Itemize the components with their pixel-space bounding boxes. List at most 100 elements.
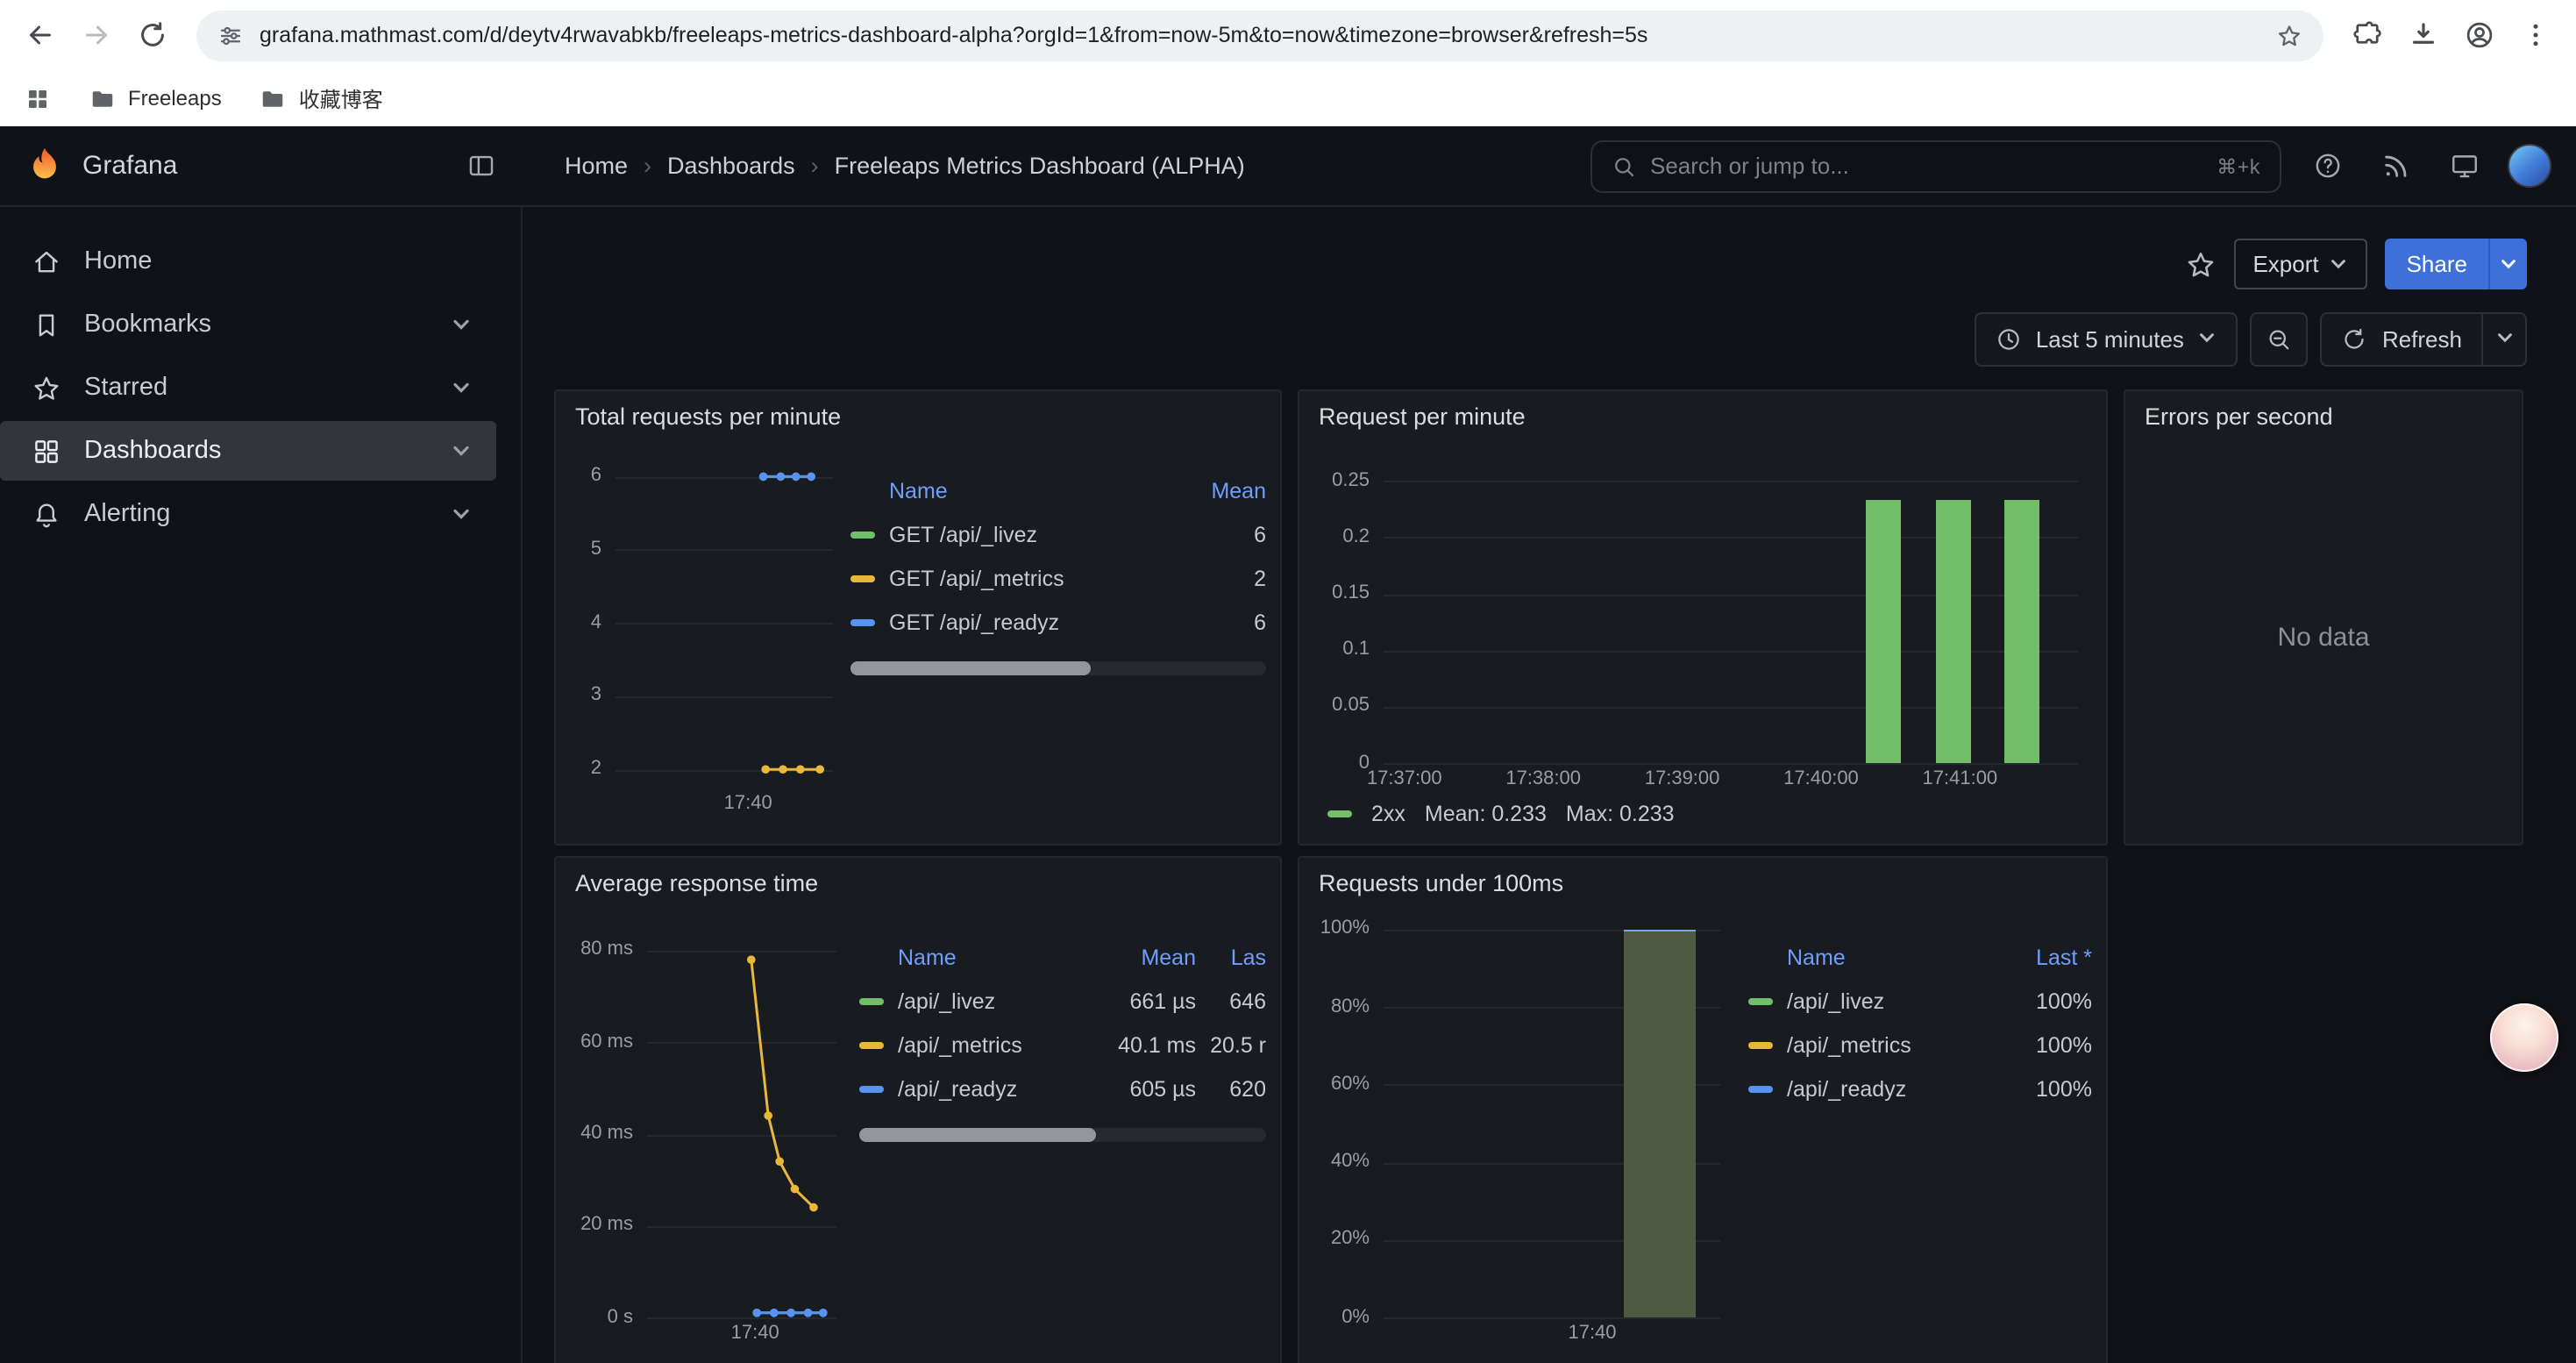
breadcrumb-home[interactable]: Home	[565, 153, 628, 179]
grafana-header: Grafana Home › Dashboards › Freeleaps Me…	[0, 126, 2576, 207]
refresh-button[interactable]: Refresh	[2321, 312, 2481, 367]
legend-scrollbar[interactable]	[859, 1128, 1266, 1142]
chevron-down-icon[interactable]	[451, 503, 472, 525]
url-input[interactable]	[260, 23, 2260, 47]
series-color-chip	[859, 1041, 884, 1048]
legend-row[interactable]: /api/_metrics100%	[1748, 1023, 2092, 1067]
breadcrumb-dashboards[interactable]: Dashboards	[667, 153, 795, 179]
legend-inline[interactable]: 2xx Mean: 0.233 Max: 0.233	[1313, 795, 2092, 833]
folder-icon	[89, 85, 116, 111]
dashboard-area: Export Share Last 5 minutes	[523, 207, 2576, 1363]
bookmark-folder-blogs[interactable]: 收藏博客	[260, 83, 383, 113]
bookmark-star-icon[interactable]	[2276, 22, 2302, 48]
scrollbar-thumb[interactable]	[859, 1128, 1095, 1142]
breadcrumb-current: Freeleaps Metrics Dashboard (ALPHA)	[835, 153, 1245, 179]
address-bar[interactable]	[196, 10, 2323, 61]
profile-icon[interactable]	[2453, 9, 2506, 61]
panel-header[interactable]: Average response time	[556, 858, 1280, 907]
series-color-chip	[850, 531, 875, 538]
sidebar-item-label: Dashboards	[84, 437, 221, 465]
series-color-chip	[850, 574, 875, 582]
panel-title: Requests under 100ms	[1319, 869, 1563, 896]
grafana-logo[interactable]	[25, 146, 65, 186]
legend-row[interactable]: /api/_readyz605 µs620	[859, 1067, 1266, 1110]
site-settings-icon[interactable]	[217, 22, 244, 48]
apps-grid-icon[interactable]	[25, 85, 51, 111]
refresh-interval-dropdown[interactable]	[2481, 312, 2527, 367]
legend-row[interactable]: /api/_metrics40.1 ms20.5 r	[859, 1023, 1266, 1067]
chevron-down-icon	[2499, 254, 2518, 274]
forward-icon[interactable]	[70, 9, 123, 61]
menu-kebab-icon[interactable]	[2509, 9, 2562, 61]
panel-request-per-minute: Request per minute 0.250.20.150.10.05017…	[1298, 389, 2108, 846]
news-rss-icon[interactable]	[2371, 141, 2420, 190]
search-field[interactable]	[1650, 153, 2202, 179]
request-per-minute-chart[interactable]: 0.250.20.150.10.05017:37:0017:38:0017:39…	[1313, 440, 2092, 795]
scrollbar-thumb[interactable]	[850, 661, 1092, 675]
help-icon[interactable]	[2302, 141, 2352, 190]
dashboards-grid-icon	[32, 436, 61, 466]
chevron-down-icon	[2330, 254, 2349, 274]
dock-menu-icon[interactable]	[456, 141, 505, 190]
sidebar-item-alerting[interactable]: Alerting	[0, 484, 496, 544]
alerting-bell-icon	[32, 499, 61, 529]
downloads-icon[interactable]	[2397, 9, 2450, 61]
legend-stat: Max: 0.233	[1566, 802, 1675, 826]
panel-header[interactable]: Request per minute	[1299, 391, 2106, 440]
chevron-down-icon[interactable]	[451, 440, 472, 461]
favorite-star-icon[interactable]	[2184, 248, 2216, 280]
monitor-icon[interactable]	[2439, 141, 2488, 190]
no-data-message: No data	[2139, 440, 2508, 833]
panel-title: Request per minute	[1319, 403, 1526, 429]
sidebar-item-home[interactable]: Home	[0, 232, 496, 291]
export-button[interactable]: Export	[2233, 239, 2367, 289]
legend-row[interactable]: /api/_livez100%	[1748, 979, 2092, 1023]
bookmark-folder-label: Freeleaps	[128, 86, 222, 111]
legend-row[interactable]: GET /api/_metrics2	[850, 556, 1266, 600]
series-color-chip	[859, 1085, 884, 1092]
legend-row[interactable]: /api/_livez661 µs646	[859, 979, 1266, 1023]
panel-header[interactable]: Requests under 100ms	[1299, 858, 2106, 907]
time-range-picker[interactable]: Last 5 minutes	[1975, 312, 2238, 367]
total-requests-chart[interactable]: 6543217:40	[570, 440, 847, 819]
search-icon	[1612, 153, 1636, 178]
refresh-icon	[2342, 326, 2368, 353]
share-button[interactable]: Share	[2386, 239, 2488, 289]
zoom-out-icon[interactable]	[2251, 312, 2309, 367]
series-name[interactable]: 2xx	[1371, 802, 1405, 826]
bookmark-folder-freeleaps[interactable]: Freeleaps	[89, 85, 222, 111]
home-icon	[32, 246, 61, 276]
bookmarks-icon	[32, 310, 61, 339]
dashboard-toolbar: Export Share	[523, 207, 2576, 298]
panel-header[interactable]: Errors per second	[2125, 391, 2522, 440]
folder-icon	[260, 85, 287, 111]
chevron-down-icon	[2494, 328, 2514, 347]
legend-row[interactable]: GET /api/_readyz6	[850, 600, 1266, 644]
panel-title: Total requests per minute	[575, 403, 841, 429]
user-avatar[interactable]	[2508, 144, 2551, 188]
series-color-chip	[1748, 1041, 1773, 1048]
panel-average-response-time: Average response time 80 ms60 ms40 ms20 …	[554, 856, 1282, 1363]
bookmarks-bar: Freeleaps 收藏博客	[0, 70, 2576, 126]
sidebar-item-bookmarks[interactable]: Bookmarks	[0, 295, 496, 354]
legend-scrollbar[interactable]	[850, 661, 1266, 675]
legend-row[interactable]: /api/_readyz100%	[1748, 1067, 2092, 1110]
panel-header[interactable]: Total requests per minute	[556, 391, 1280, 440]
chevron-down-icon[interactable]	[451, 377, 472, 398]
share-menu-button[interactable]	[2488, 239, 2527, 289]
average-response-time-chart[interactable]: 80 ms60 ms40 ms20 ms0 s17:40	[570, 907, 850, 1349]
floating-assistant-avatar[interactable]	[2490, 1003, 2558, 1072]
sidebar-item-starred[interactable]: Starred	[0, 358, 496, 417]
series-color-chip	[1748, 1085, 1773, 1092]
back-icon[interactable]	[14, 9, 67, 61]
requests-under-100ms-chart[interactable]: 100%80%60%40%20%0%17:40	[1313, 907, 1734, 1349]
series-color-chip	[850, 618, 875, 625]
star-icon	[32, 373, 61, 403]
sidebar-item-dashboards[interactable]: Dashboards	[0, 421, 496, 481]
extensions-icon[interactable]	[2341, 9, 2394, 61]
legend-row[interactable]: GET /api/_livez6	[850, 512, 1266, 556]
chevron-down-icon[interactable]	[451, 314, 472, 335]
search-input[interactable]: ⌘+k	[1590, 139, 2281, 192]
panel-title: Average response time	[575, 869, 818, 896]
reload-icon[interactable]	[126, 9, 179, 61]
